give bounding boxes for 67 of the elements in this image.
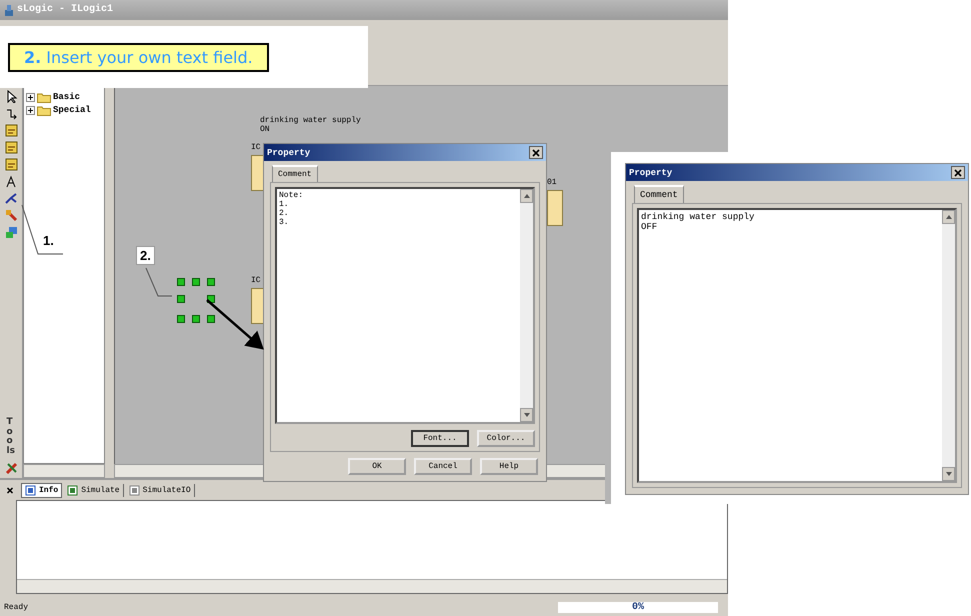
block-icon: [4, 124, 18, 137]
connector-icon: [4, 106, 18, 120]
leader-line: [22, 204, 64, 254]
toolbox-label: Tools: [6, 418, 16, 458]
panel-tab[interactable]: Simulate: [64, 484, 124, 497]
comment-field[interactable]: drinking water supply OFF: [637, 208, 957, 483]
scroll-bar[interactable]: [520, 189, 533, 422]
document-icon: [128, 484, 140, 496]
dialog-title: Property: [629, 168, 672, 178]
dialog-tab[interactable]: Comment: [634, 185, 684, 203]
scroll-bar[interactable]: [23, 464, 105, 478]
scroll-down-button[interactable]: [942, 467, 955, 481]
network-icon: [4, 226, 18, 239]
block-label: 01: [547, 178, 557, 187]
close-icon[interactable]: [4, 486, 16, 495]
step-marker: 2.: [136, 246, 155, 265]
expand-icon[interactable]: [26, 106, 35, 115]
down-arrow-icon: [524, 413, 530, 417]
close-icon: [532, 148, 540, 156]
panel-icon: [67, 484, 78, 496]
tools-icon: [4, 208, 18, 222]
expand-icon[interactable]: [26, 92, 35, 102]
comment-text: Note: 1. 2. 3.: [279, 191, 304, 227]
close-button[interactable]: [529, 146, 543, 159]
scroll-bar[interactable]: [942, 210, 955, 481]
tools-icon: [4, 461, 18, 474]
block-icon: [4, 140, 18, 154]
dialog-button[interactable]: OK: [348, 458, 406, 475]
leader-line: [146, 268, 172, 296]
panel-icon: [25, 484, 36, 496]
scroll-up-button[interactable]: [942, 210, 955, 224]
wire-icon: [4, 192, 18, 205]
dialog-button[interactable]: Font...: [411, 430, 469, 447]
dialog-button[interactable]: Cancel: [414, 458, 472, 475]
step-marker: 1.: [42, 232, 55, 249]
block-label: IC: [251, 142, 261, 152]
dialog-button[interactable]: Help: [480, 458, 538, 475]
down-arrow-icon: [946, 472, 952, 476]
dialog-tab[interactable]: Comment: [272, 165, 318, 182]
folder-icon: [37, 92, 51, 103]
up-arrow-icon: [946, 215, 952, 219]
arrow: [206, 299, 264, 350]
panel-tab[interactable]: Info: [21, 482, 62, 498]
callout-text: 2. Insert your own text field.: [8, 42, 269, 72]
app-icon: [4, 4, 14, 16]
close-button[interactable]: [951, 166, 965, 179]
status-message: Ready: [4, 602, 28, 612]
block-label: IC: [251, 276, 261, 285]
scroll-up-button[interactable]: [520, 189, 533, 203]
tree-item[interactable]: Basic: [53, 92, 80, 102]
select-icon: [4, 90, 18, 103]
dialog-title: Property: [267, 148, 310, 158]
text-tool-icon: [4, 174, 18, 188]
scroll-down-button[interactable]: [520, 408, 533, 422]
canvas-comment: drinking water supply ON: [260, 116, 361, 134]
comment-text: drinking water supply OFF: [641, 212, 756, 232]
dialog-button[interactable]: Color...: [477, 430, 535, 447]
scroll-bar[interactable]: [17, 579, 727, 594]
up-arrow-icon: [524, 194, 530, 198]
comment-field[interactable]: Note: 1. 2. 3.: [275, 187, 535, 424]
window-title: sLogic - ILogic1: [17, 4, 114, 16]
progress-text: 0%: [558, 602, 718, 613]
block-icon: [4, 158, 18, 171]
folder-icon: [37, 104, 51, 116]
panel-tab[interactable]: SimulateIO: [126, 484, 195, 497]
tree-item[interactable]: Special: [53, 105, 91, 116]
close-icon: [954, 168, 962, 176]
